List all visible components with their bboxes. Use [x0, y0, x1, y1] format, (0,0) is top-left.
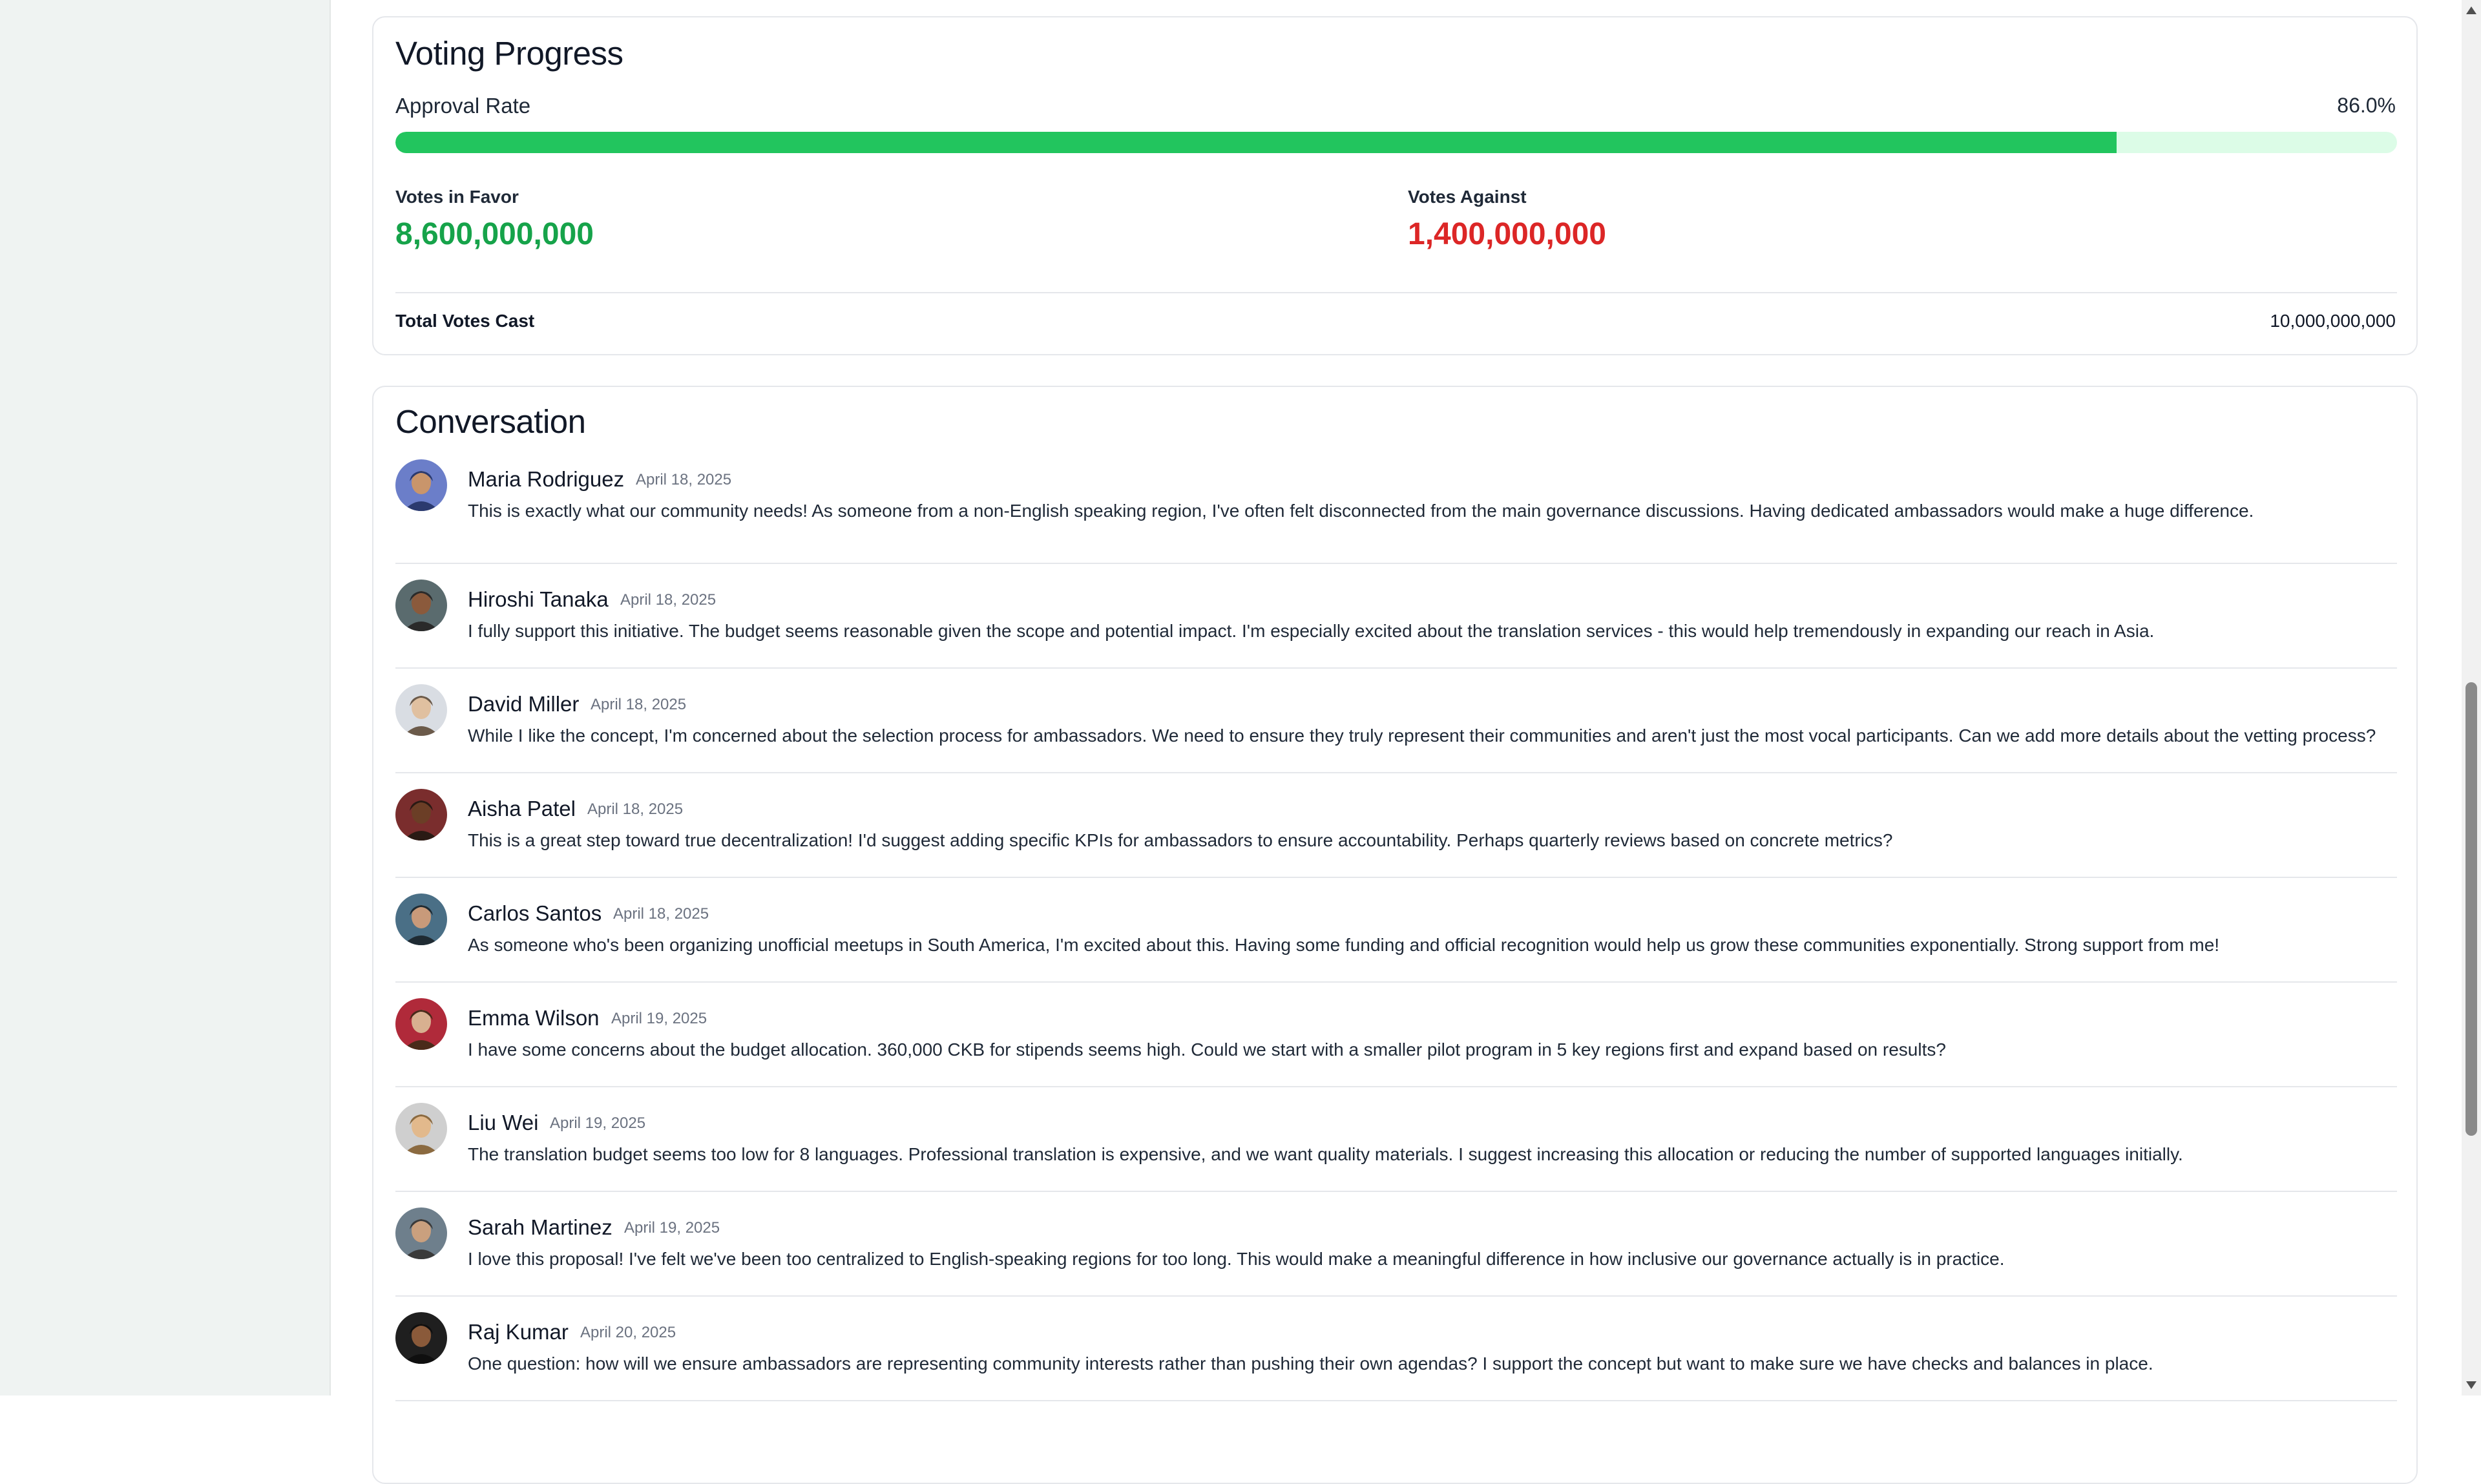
conversation-card: Conversation Maria Rodriguez April 18, 2… [372, 386, 2418, 1484]
approval-rate-label: Approval Rate [395, 94, 531, 118]
comment-date: April 19, 2025 [611, 1010, 707, 1027]
comment-date: April 19, 2025 [550, 1114, 646, 1132]
main-content: Voting Progress Approval Rate 86.0% Vote… [331, 0, 2463, 1484]
comment-author[interactable]: Sarah Martinez [468, 1215, 612, 1240]
comment-text: While I like the concept, I'm concerned … [468, 726, 2376, 746]
avatar[interactable] [395, 1312, 447, 1364]
comment-text: This is exactly what our community needs… [468, 501, 2254, 521]
comment-author[interactable]: Carlos Santos [468, 901, 602, 926]
comment-date: April 18, 2025 [620, 591, 717, 609]
comment-item: David Miller April 18, 2025 While I like… [395, 669, 2397, 773]
avatar[interactable] [395, 894, 447, 945]
comment-item: Sarah Martinez April 19, 2025 I love thi… [395, 1192, 2397, 1297]
comment-author[interactable]: Maria Rodriguez [468, 467, 624, 492]
avatar[interactable] [395, 1103, 447, 1155]
avatar[interactable] [395, 789, 447, 841]
comment-item: Hiroshi Tanaka April 18, 2025 I fully su… [395, 564, 2397, 669]
sidebar [0, 0, 331, 1395]
avatar[interactable] [395, 684, 447, 736]
comment-text: I have some concerns about the budget al… [468, 1040, 1946, 1060]
vertical-scrollbar[interactable] [2462, 0, 2481, 1395]
comment-date: April 18, 2025 [636, 471, 732, 488]
scroll-down-arrow-icon[interactable] [2466, 1381, 2476, 1389]
approval-progress-fill [395, 132, 2117, 153]
comment-item: Raj Kumar April 20, 2025 One question: h… [395, 1297, 2397, 1401]
avatar[interactable] [395, 1207, 447, 1259]
votes-favor-label: Votes in Favor [395, 187, 519, 207]
votes-favor-value: 8,600,000,000 [395, 217, 594, 251]
avatar[interactable] [395, 998, 447, 1050]
comment-date: April 18, 2025 [587, 800, 684, 818]
comment-date: April 19, 2025 [624, 1219, 720, 1237]
comment-author[interactable]: David Miller [468, 692, 579, 716]
avatar[interactable] [395, 459, 447, 511]
votes-against-label: Votes Against [1408, 187, 1527, 207]
comment-text: The translation budget seems too low for… [468, 1144, 2183, 1164]
comment-list: Maria Rodriguez April 18, 2025 This is e… [395, 459, 2397, 1401]
total-votes-value: 10,000,000,000 [2270, 311, 2396, 331]
comment-item: Maria Rodriguez April 18, 2025 This is e… [395, 459, 2397, 564]
comment-text: I love this proposal! I've felt we've be… [468, 1249, 2005, 1269]
votes-against-value: 1,400,000,000 [1408, 217, 1606, 251]
comment-author[interactable]: Aisha Patel [468, 797, 576, 821]
comment-text: I fully support this initiative. The bud… [468, 621, 2155, 641]
voting-progress-card: Voting Progress Approval Rate 86.0% Vote… [372, 16, 2418, 355]
scroll-up-arrow-icon[interactable] [2466, 6, 2476, 14]
comment-date: April 20, 2025 [580, 1324, 676, 1341]
voting-progress-title: Voting Progress [395, 35, 623, 72]
conversation-title: Conversation [395, 403, 586, 440]
approval-rate-value: 86.0% [2337, 94, 2396, 117]
approval-progress-bar [395, 132, 2397, 153]
avatar[interactable] [395, 580, 447, 631]
comment-author[interactable]: Hiroshi Tanaka [468, 587, 609, 612]
comment-text: As someone who's been organizing unoffic… [468, 935, 2220, 955]
comment-date: April 18, 2025 [591, 696, 687, 713]
comment-text: One question: how will we ensure ambassa… [468, 1353, 2153, 1374]
comment-text: This is a great step toward true decentr… [468, 830, 1893, 850]
comment-item: Emma Wilson April 19, 2025 I have some c… [395, 983, 2397, 1087]
comment-item: Carlos Santos April 18, 2025 As someone … [395, 878, 2397, 983]
total-votes-label: Total Votes Cast [395, 311, 535, 331]
comment-item: Liu Wei April 19, 2025 The translation b… [395, 1087, 2397, 1192]
comment-item: Aisha Patel April 18, 2025 This is a gre… [395, 773, 2397, 878]
comment-author[interactable]: Raj Kumar [468, 1320, 569, 1344]
scrollbar-thumb[interactable] [2465, 682, 2477, 1136]
comment-author[interactable]: Emma Wilson [468, 1006, 600, 1030]
comment-date: April 18, 2025 [613, 905, 709, 923]
divider [395, 292, 2397, 293]
comment-author[interactable]: Liu Wei [468, 1111, 538, 1135]
